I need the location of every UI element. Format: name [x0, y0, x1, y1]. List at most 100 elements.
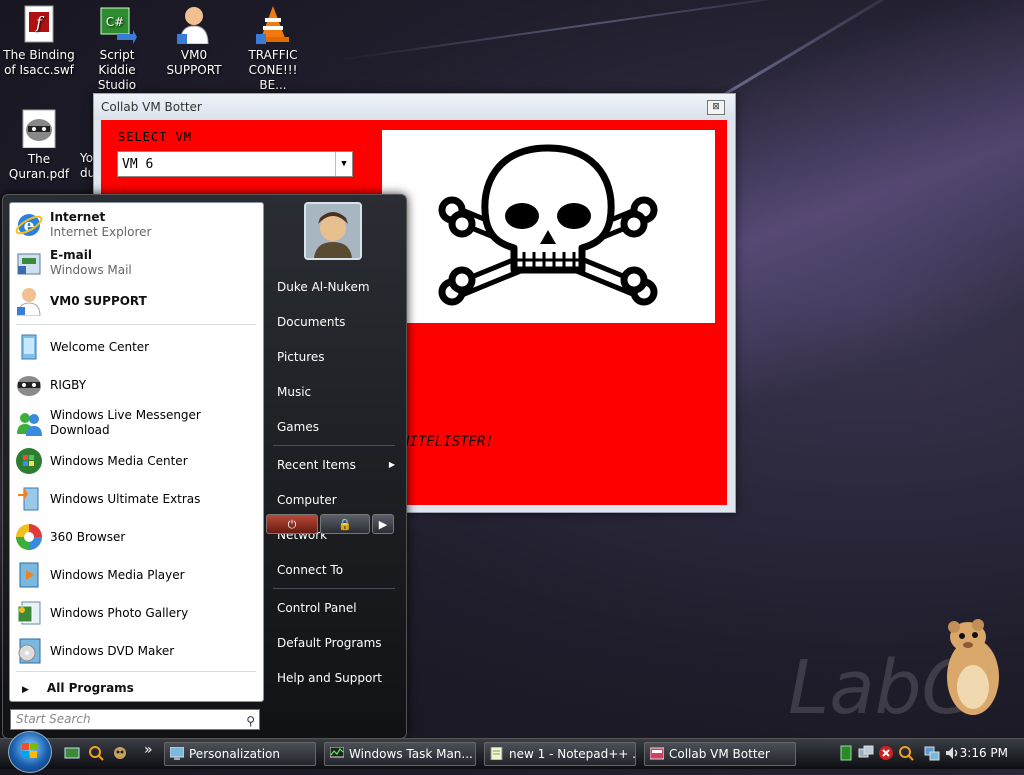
switch-windows-icon[interactable]	[112, 745, 128, 761]
select-vm-label: SELECT VM	[118, 130, 193, 144]
windows-mail-icon	[17, 253, 41, 275]
recent-item[interactable]: Windows Photo Gallery	[14, 595, 260, 631]
windows-logo-icon	[22, 743, 37, 758]
icon-label: CONE!!! BE...	[248, 63, 298, 92]
recent-item[interactable]: Windows Ultimate Extras	[14, 481, 260, 517]
pinned-item-internet[interactable]: e Internet Internet Explorer	[14, 207, 260, 243]
recent-items-link[interactable]: Recent Items ▶	[277, 457, 395, 473]
recent-item-label: Windows Media Center	[50, 453, 188, 468]
control-panel-link[interactable]: Control Panel	[277, 600, 357, 616]
traffic-cone-icon	[253, 4, 293, 44]
recent-item[interactable]: Windows Media Center	[14, 443, 260, 479]
volume-icon[interactable]	[944, 745, 960, 761]
taskbar-button-label: Windows Task Man...	[349, 747, 473, 761]
desktop-icon-quran-pdf[interactable]: The Quran.pdf	[3, 108, 75, 182]
divider	[273, 588, 395, 589]
divider	[16, 324, 256, 325]
csharp-project-icon: C#	[97, 4, 137, 44]
start-menu-programs-pane: e Internet Internet Explorer E-mail Window…	[9, 202, 264, 702]
games-link[interactable]: Games	[277, 419, 319, 435]
recent-item-label: Windows Ultimate Extras	[50, 491, 201, 506]
connect-to-link[interactable]: Connect To	[277, 562, 343, 578]
ultimate-extras-icon	[18, 487, 39, 511]
internet-explorer-icon: e	[15, 214, 43, 236]
desktop-icon-vm0-support[interactable]: VM0 SUPPORT	[158, 4, 230, 78]
show-desktop-icon[interactable]	[64, 745, 80, 761]
selected-vm-value: VM 6	[122, 157, 154, 172]
pinned-subtitle: Internet Explorer	[50, 225, 152, 239]
divider	[273, 445, 395, 446]
recent-item-label: Windows Live Messenger Download	[50, 408, 201, 437]
recent-item[interactable]: RIGBY	[14, 367, 260, 403]
help-support-link[interactable]: Help and Support	[277, 670, 382, 686]
quick-launch-overflow[interactable]: »	[144, 742, 153, 758]
recent-item[interactable]: Windows DVD Maker	[14, 633, 260, 669]
window-title: Collab VM Botter	[94, 94, 735, 120]
music-link[interactable]: Music	[277, 384, 311, 400]
green-tray-icon[interactable]	[840, 745, 852, 761]
taskbar-button-collab-vm-botter[interactable]: Collab VM Botter	[644, 742, 796, 766]
user-picture	[306, 204, 360, 258]
computer-link[interactable]: Computer	[277, 492, 337, 508]
network-tray-icon[interactable]	[858, 745, 874, 761]
icon-label: TRAFFIC	[248, 48, 298, 62]
icon-label: The Binding	[3, 48, 75, 62]
wallpaper-streak	[329, 0, 846, 62]
taskbar-button-notepadpp[interactable]: new 1 - Notepad++ ...	[484, 742, 636, 766]
icon-label: The	[27, 152, 51, 166]
search-icon[interactable]	[88, 745, 104, 761]
whitelister-label: HITELISTER!	[401, 434, 494, 450]
taskbar-button-label: Collab VM Botter	[669, 747, 770, 761]
notepadpp-icon	[490, 747, 503, 760]
doctor-icon	[174, 4, 214, 45]
recent-item[interactable]: Windows Live Messenger Download	[14, 405, 260, 441]
close-button[interactable]: ⊠	[707, 100, 725, 115]
recent-item-label: Windows Media Player	[50, 567, 185, 582]
taskbar-button-personalization[interactable]: Personalization	[164, 742, 316, 766]
svg-text:C#: C#	[106, 15, 124, 29]
icon-label: of Isacc.swf	[4, 63, 74, 77]
network-connection-icon[interactable]	[924, 745, 940, 761]
avatar[interactable]	[304, 202, 362, 260]
user-folder-link[interactable]: Duke Al-Nukem	[277, 279, 370, 295]
start-menu-places-pane: Duke Al-Nukem Documents Pictures Music G…	[265, 195, 405, 705]
default-programs-link[interactable]: Default Programs	[277, 635, 382, 651]
raccoon-icon	[19, 108, 59, 149]
pinned-item-email[interactable]: E-mail Windows Mail	[14, 245, 260, 281]
pictures-link[interactable]: Pictures	[277, 349, 325, 365]
chevron-right-icon: ▶	[22, 685, 29, 695]
lock-button[interactable]: 🔒	[320, 514, 370, 534]
vm-select-dropdown[interactable]: VM 6 ▼	[117, 151, 353, 177]
search-tray-icon[interactable]	[898, 745, 914, 761]
icon-label: Quran.pdf	[8, 167, 70, 181]
welcome-center-icon	[21, 334, 37, 360]
desktop-icon-script-kiddie-studio[interactable]: C# Script Kiddie Studio	[81, 4, 153, 93]
desktop-icon-binding-of-isaac[interactable]: f The Binding of Isacc.swf	[3, 4, 75, 78]
taskbar-button-task-manager[interactable]: Windows Task Man...	[324, 742, 476, 766]
media-center-icon	[16, 448, 42, 474]
security-alert-icon[interactable]	[878, 745, 894, 761]
desktop-icon-traffic-cone[interactable]: TRAFFIC CONE!!! BE...	[237, 4, 309, 93]
recent-item-label: 360 Browser	[50, 529, 126, 544]
recent-item[interactable]: Welcome Center	[14, 329, 260, 365]
documents-link[interactable]: Documents	[277, 314, 345, 330]
icon-label: Studio	[97, 78, 137, 92]
shutdown-options-button[interactable]: ▶	[372, 514, 394, 534]
all-programs-button[interactable]: ▶ All Programs	[16, 678, 256, 698]
recent-item-label: Welcome Center	[50, 339, 150, 354]
start-search-input[interactable]: Start Search ⚲	[10, 709, 260, 730]
personalization-icon	[170, 747, 184, 760]
taskbar-button-label: Personalization	[189, 747, 280, 761]
pinned-item-vm0-support[interactable]: VM0 SUPPORT	[14, 283, 260, 319]
chevron-down-icon[interactable]: ▼	[335, 152, 352, 176]
messenger-icon	[17, 413, 42, 436]
skull-image-panel	[382, 130, 715, 323]
recent-item-label: RIGBY	[50, 377, 87, 392]
360-browser-icon	[16, 524, 42, 550]
recent-item[interactable]: 360 Browser	[14, 519, 260, 555]
clock[interactable]: 3:16 PM	[960, 746, 1008, 760]
chevron-right-icon: ▶	[388, 460, 395, 469]
recent-item[interactable]: Windows Media Player	[14, 557, 260, 593]
power-button[interactable]: ⏻	[266, 514, 318, 534]
start-button[interactable]	[8, 731, 52, 773]
